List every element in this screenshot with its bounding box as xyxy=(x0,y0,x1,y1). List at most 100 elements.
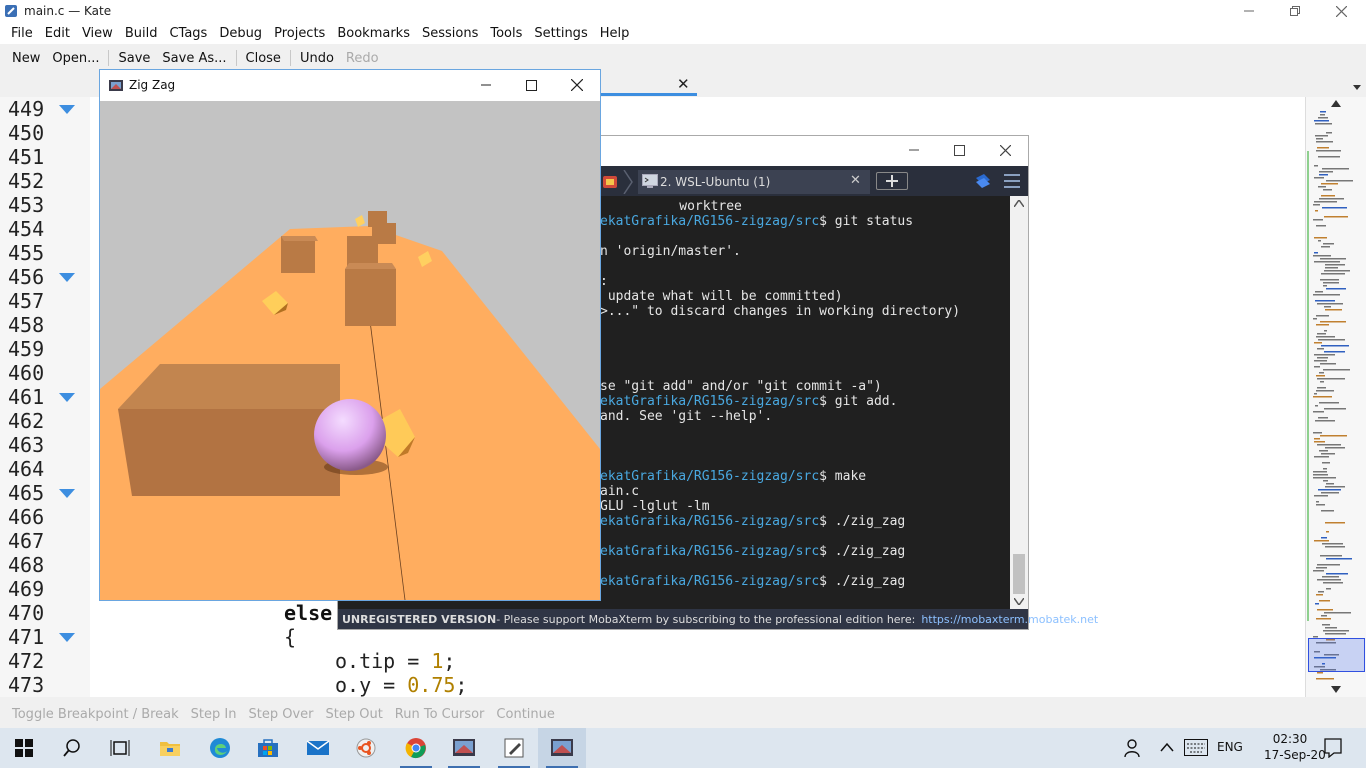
clock-date[interactable]: 17-Sep-20 xyxy=(1264,748,1326,762)
file-explorer-button[interactable] xyxy=(146,728,194,768)
notifications-icon[interactable] xyxy=(1324,738,1342,758)
task-view-button[interactable] xyxy=(96,728,144,768)
minimap-viewport[interactable] xyxy=(1308,638,1365,672)
close-document-button[interactable]: Close xyxy=(240,51,287,66)
terminal-line: GLU -lglut -lm xyxy=(600,499,710,514)
store-button[interactable] xyxy=(244,728,292,768)
fold-marker-icon[interactable] xyxy=(59,273,75,282)
open-button[interactable]: Open... xyxy=(46,51,105,66)
tab-close-icon[interactable]: ✕ xyxy=(850,173,861,188)
save-button[interactable]: Save xyxy=(112,51,156,66)
minimap-line xyxy=(1313,294,1340,296)
people-icon[interactable] xyxy=(1123,738,1141,758)
minimize-button[interactable] xyxy=(1226,0,1272,22)
tab-wsl-ubuntu[interactable]: 2. WSL-Ubuntu (1) ✕ xyxy=(638,170,870,194)
menu-file[interactable]: File xyxy=(5,26,39,41)
search-icon xyxy=(63,739,80,757)
game-viewport[interactable] xyxy=(100,101,600,600)
scroll-down-icon[interactable] xyxy=(1014,598,1024,605)
menu-edit[interactable]: Edit xyxy=(39,26,76,41)
terminal-text: update what will be committed) xyxy=(600,289,843,304)
keyboard-icon[interactable] xyxy=(1184,739,1208,756)
ubuntu-button[interactable] xyxy=(342,728,390,768)
menu-tools[interactable]: Tools xyxy=(484,26,528,41)
zigzag-task-button[interactable] xyxy=(538,728,586,768)
restore-button[interactable] xyxy=(1272,0,1318,22)
minimap-line xyxy=(1315,300,1335,302)
editor-minimap-scrollbar[interactable] xyxy=(1305,97,1366,697)
start-button[interactable] xyxy=(0,728,48,768)
menu-sessions[interactable]: Sessions xyxy=(416,26,484,41)
scroll-up-icon[interactable] xyxy=(1331,100,1341,107)
minimap-line xyxy=(1314,342,1322,344)
clock-time[interactable]: 02:30 xyxy=(1266,732,1314,746)
menu-help[interactable]: Help xyxy=(594,26,636,41)
document-tab[interactable]: ✕ xyxy=(600,72,697,96)
zz-close-button[interactable] xyxy=(554,74,600,96)
menu-bookmarks[interactable]: Bookmarks xyxy=(331,26,416,41)
minimap-line xyxy=(1317,303,1343,305)
minimap-line xyxy=(1320,555,1342,557)
scroll-down-icon[interactable] xyxy=(1331,686,1341,693)
close-button[interactable] xyxy=(1318,0,1364,22)
chrome-button[interactable] xyxy=(392,728,440,768)
language-indicator[interactable]: ENG xyxy=(1217,740,1243,754)
hamburger-menu-icon[interactable] xyxy=(1004,174,1020,188)
undo-button[interactable]: Undo xyxy=(294,51,340,66)
task-view-icon xyxy=(110,740,130,756)
chevron-up-icon[interactable] xyxy=(1160,742,1174,752)
scroll-up-icon[interactable] xyxy=(1014,200,1024,207)
menu-build[interactable]: Build xyxy=(119,26,164,41)
step-in-button[interactable]: Step In xyxy=(185,707,243,722)
search-button[interactable] xyxy=(48,728,96,768)
moba-minimize-button[interactable] xyxy=(891,139,937,161)
prompt-path: ekatGrafika/RG156-zigzag/src xyxy=(600,544,820,559)
toggle-breakpoint-button[interactable]: Toggle Breakpoint / Break xyxy=(6,707,185,722)
fold-marker-icon[interactable] xyxy=(59,393,75,402)
mobaxterm-link[interactable]: https://mobaxterm.mobatek.net xyxy=(921,613,1098,626)
fold-marker-icon[interactable] xyxy=(59,489,75,498)
prompt-path: ekatGrafika/RG156-zigzag/src xyxy=(600,514,820,529)
menu-ctags[interactable]: CTags xyxy=(163,26,213,41)
continue-button[interactable]: Continue xyxy=(490,707,560,722)
minimap-line xyxy=(1321,246,1330,248)
minimap-line xyxy=(1319,402,1339,404)
zz-minimize-button[interactable] xyxy=(463,74,509,96)
minimap-line xyxy=(1314,237,1327,239)
minimap-line xyxy=(1314,120,1329,122)
line-number: 451 xyxy=(8,145,45,169)
moba-close-button[interactable] xyxy=(982,139,1028,161)
moba-maximize-button[interactable] xyxy=(936,139,982,161)
tab-list-dropdown-icon[interactable] xyxy=(1352,84,1362,92)
terminal-line: update what will be committed) xyxy=(600,289,843,304)
minimap-line xyxy=(1314,540,1329,542)
minimap-change-marker xyxy=(1307,151,1309,621)
new-tab-button[interactable] xyxy=(876,172,908,190)
terminal-scrollbar[interactable] xyxy=(1010,196,1028,609)
new-button[interactable]: New xyxy=(6,51,46,66)
run-to-cursor-button[interactable]: Run To Cursor xyxy=(389,707,491,722)
minimap-line xyxy=(1314,366,1320,368)
menu-debug[interactable]: Debug xyxy=(213,26,268,41)
minimap-line xyxy=(1320,258,1346,260)
zz-maximize-button[interactable] xyxy=(508,74,554,96)
fold-marker-icon[interactable] xyxy=(59,105,75,114)
step-out-button[interactable]: Step Out xyxy=(319,707,388,722)
edge-button[interactable] xyxy=(196,728,244,768)
kate-button[interactable] xyxy=(490,728,538,768)
menu-settings[interactable]: Settings xyxy=(528,26,593,41)
minimap-line xyxy=(1326,531,1329,533)
save-as-button[interactable]: Save As... xyxy=(156,51,232,66)
redo-button[interactable]: Redo xyxy=(340,51,385,66)
home-tab-icon[interactable] xyxy=(602,173,618,189)
step-over-button[interactable]: Step Over xyxy=(242,707,319,722)
menu-projects[interactable]: Projects xyxy=(268,26,331,41)
terminal-line: ekatGrafika/RG156-zigzag/src$ make xyxy=(600,469,866,484)
mail-button[interactable] xyxy=(294,728,342,768)
menu-view[interactable]: View xyxy=(76,26,119,41)
mobaxterm-button[interactable] xyxy=(440,728,488,768)
scrollbar-thumb[interactable] xyxy=(1013,554,1025,594)
fold-marker-icon[interactable] xyxy=(59,633,75,642)
tab-close-icon[interactable]: ✕ xyxy=(677,75,690,93)
network-icon[interactable] xyxy=(974,172,992,190)
